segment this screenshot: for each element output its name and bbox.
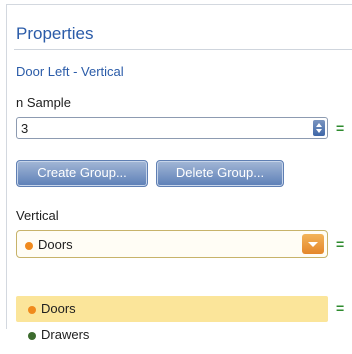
create-group-button[interactable]: Create Group... [16, 160, 148, 187]
sample-label: n Sample [16, 95, 71, 110]
spin-down-icon[interactable] [316, 129, 322, 133]
dropdown-option-doors[interactable]: Doors [16, 296, 328, 322]
vertical-equals: = [336, 236, 345, 252]
sample-equals: = [336, 120, 345, 136]
dropdown-equals: = [336, 300, 345, 316]
spin-up-icon[interactable] [316, 123, 322, 127]
option-label: Doors [41, 301, 76, 316]
spinner-buttons[interactable] [313, 120, 325, 136]
sample-spinner[interactable]: 3 [16, 117, 328, 139]
delete-group-button[interactable]: Delete Group... [156, 160, 284, 187]
vertical-label: Vertical [16, 208, 59, 223]
combo-selected: Doors [38, 237, 73, 252]
orange-dot-icon [25, 241, 33, 250]
dropdown-list: Doors Drawers [16, 290, 328, 354]
chevron-down-icon [308, 242, 318, 247]
title-divider [14, 49, 352, 50]
dropdown-option-drawers[interactable]: Drawers [16, 322, 328, 348]
option-label: Drawers [41, 327, 90, 342]
sample-value[interactable]: 3 [21, 121, 28, 136]
vertical-combobox[interactable]: Doors [16, 230, 328, 258]
panel-title: Properties [16, 24, 94, 43]
green-dot-icon [28, 331, 36, 340]
panel-subtitle: Door Left - Vertical [16, 64, 124, 79]
orange-dot-icon [28, 305, 36, 314]
dropdown-arrow-button[interactable] [302, 234, 324, 254]
